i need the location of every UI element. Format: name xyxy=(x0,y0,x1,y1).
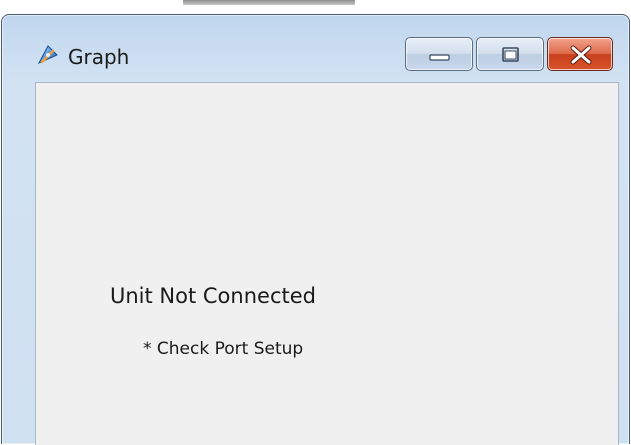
background-window-edge xyxy=(183,0,355,5)
close-button[interactable] xyxy=(547,37,613,71)
connection-status-text: Unit Not Connected xyxy=(110,284,316,308)
window-title: Graph xyxy=(68,45,130,69)
port-setup-hint: * Check Port Setup xyxy=(143,339,304,359)
graph-client-area: Unit Not Connected * Check Port Setup xyxy=(35,82,619,445)
caption-buttons xyxy=(405,37,613,71)
top-strip xyxy=(0,0,631,14)
title-bar[interactable]: Graph xyxy=(2,15,629,83)
graph-window: Graph Unit Not Connected * Check Port Se… xyxy=(1,14,630,445)
app-logo-icon[interactable] xyxy=(36,43,60,67)
maximize-button[interactable] xyxy=(476,37,544,71)
minimize-button[interactable] xyxy=(405,37,473,71)
